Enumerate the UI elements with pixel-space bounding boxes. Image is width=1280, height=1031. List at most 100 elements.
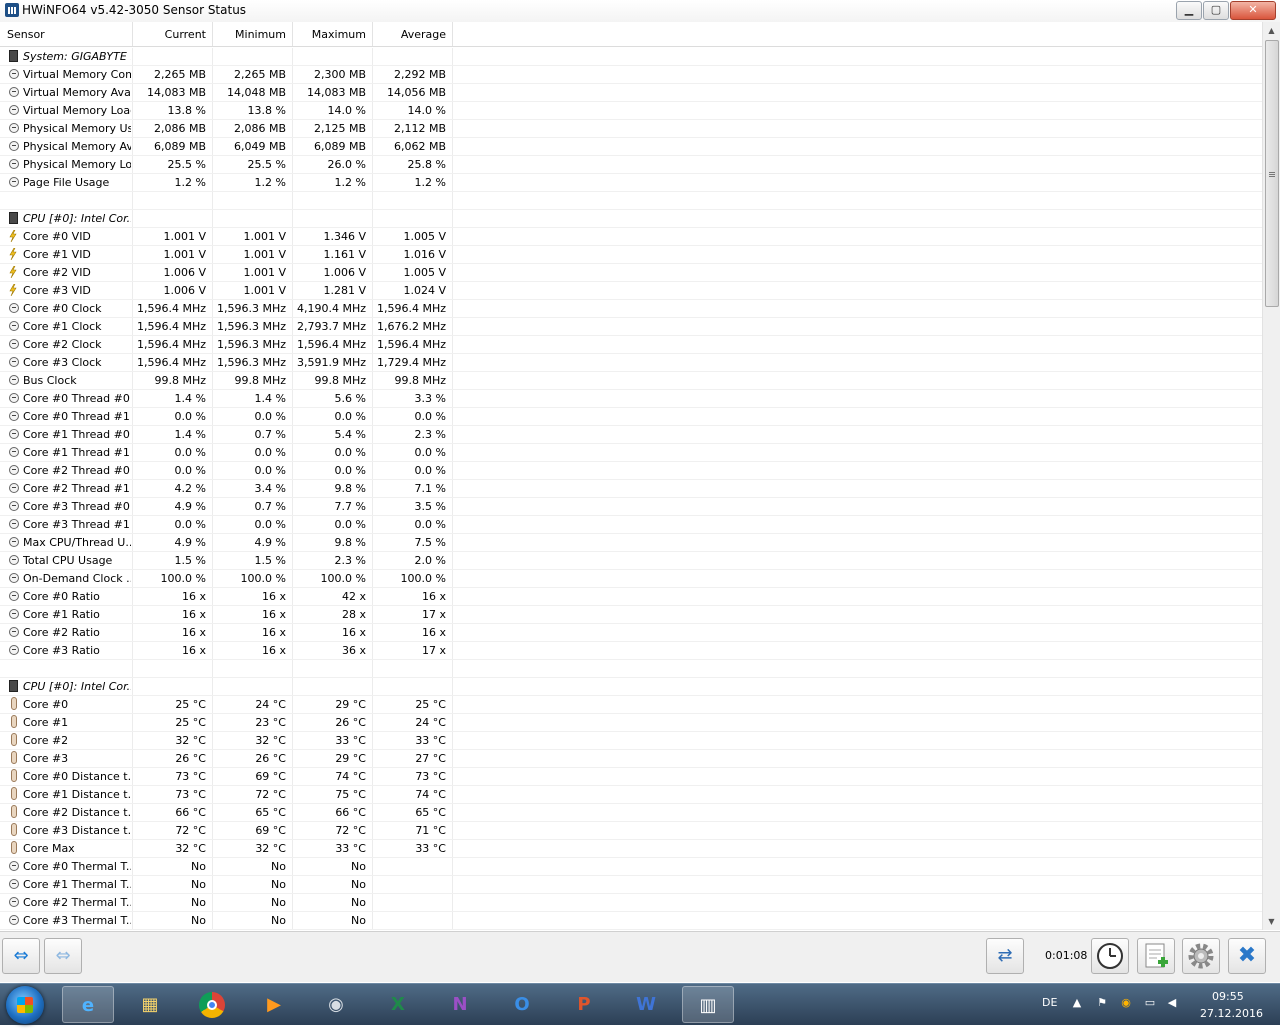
table-row[interactable]: Core #0 VID 1.001 V 1.001 V 1.346 V 1.005 V [0, 228, 1262, 246]
table-row[interactable]: Core #0 Thermal T... No No No [0, 858, 1262, 876]
table-row[interactable]: Core #1 Clock 1,596.4 MHz 1,596.3 MHz 2,793… [0, 318, 1262, 336]
action-center-flag-icon[interactable]: ⚑ [1096, 997, 1108, 1009]
add-report-button[interactable] [1137, 938, 1175, 974]
sensor-label: Core #1 Thread #0... [23, 428, 131, 441]
table-row[interactable]: Core #1 25 °C 23 °C 26 °C 24 °C [0, 714, 1262, 732]
table-row[interactable]: Virtual Memory Avai...14,083 MB14,048 MB… [0, 84, 1262, 102]
table-row[interactable]: Core #2 Clock 1,596.4 MHz 1,596.3 MHz 1,596… [0, 336, 1262, 354]
reset-clock-button[interactable] [1091, 938, 1129, 974]
word-icon[interactable]: W [620, 986, 672, 1023]
table-row[interactable]: Core #1 Ratio 16 x 16 x 28 x 17 x [0, 606, 1262, 624]
table-row[interactable]: Physical Memory Load25.5 %25.5 %26.0 %25… [0, 156, 1262, 174]
table-row[interactable]: Core #2 Thermal T... No No No [0, 894, 1262, 912]
table-row[interactable]: Core #3 26 °C 26 °C 29 °C 27 °C [0, 750, 1262, 768]
table-row[interactable]: Core #3 Distance t... 72 °C 69 °C 72 °C 71 °… [0, 822, 1262, 840]
table-row[interactable]: Core #3 Ratio 16 x 16 x 36 x 17 x [0, 642, 1262, 660]
chrome-icon[interactable] [186, 986, 238, 1023]
table-row[interactable]: Core Max 32 °C 32 °C 33 °C 33 °C [0, 840, 1262, 858]
table-row[interactable]: Total CPU Usage 1.5 % 1.5 % 2.3 % 2.0 % [0, 552, 1262, 570]
sensor-label: Core #0 [23, 698, 69, 711]
sensor-group-row[interactable]: System: GIGABYTE ... [0, 48, 1262, 66]
average-value: 3.3 % [373, 390, 453, 407]
table-row[interactable]: Core #1 Thread #1... 0.0 % 0.0 % 0.0 % 0.0 % [0, 444, 1262, 462]
outlook-icon[interactable]: O [496, 986, 548, 1023]
window-close-button[interactable]: ✕ [1230, 1, 1276, 20]
column-header-maximum[interactable]: Maximum [293, 22, 373, 46]
current-value: 32 °C [133, 840, 213, 857]
volume-icon[interactable]: ◀ [1166, 997, 1178, 1009]
file-explorer-icon[interactable]: ▦ [124, 986, 176, 1023]
table-row[interactable]: Max CPU/Thread U... 4.9 % 4.9 % 9.8 % 7.5 % [0, 534, 1262, 552]
powerpoint-icon[interactable]: P [558, 986, 610, 1023]
excel-icon[interactable]: X [372, 986, 424, 1023]
sensor-group-row[interactable]: CPU [#0]: Intel Cor... [0, 678, 1262, 696]
table-row[interactable]: Physical Memory Av... 6,089 MB 6,049 MB 6,0… [0, 138, 1262, 156]
scroll-thumb[interactable] [1265, 40, 1279, 307]
table-row[interactable]: Core #3 Thread #0... 4.9 % 0.7 % 7.7 % 3.5 % [0, 498, 1262, 516]
column-header-current[interactable]: Current [133, 22, 213, 46]
table-row[interactable]: Core #2 VID 1.006 V 1.001 V 1.006 V 1.005 V [0, 264, 1262, 282]
table-row[interactable]: Virtual Memory Load 13.8 % 13.8 % 14.0 % 14.… [0, 102, 1262, 120]
table-row[interactable]: Core #1 Thread #0... 1.4 % 0.7 % 5.4 % 2.3 % [0, 426, 1262, 444]
language-indicator[interactable]: DE [1042, 996, 1057, 1009]
maximize-button[interactable]: ▢ [1203, 1, 1229, 20]
table-row[interactable]: Core #1 Distance t... 73 °C 72 °C 75 °C 74 °… [0, 786, 1262, 804]
sensor-name-cell: Core #1 Clock [0, 318, 133, 335]
column-header-average[interactable]: Average [373, 22, 453, 46]
close-sensors-button[interactable]: ✖ [1228, 938, 1266, 974]
gauge-icon [9, 879, 19, 889]
nav-arrows-button[interactable]: ⇔ [2, 938, 40, 974]
show-hidden-icons-icon[interactable]: ▲ [1071, 997, 1083, 1009]
table-row[interactable]: Core #2 Thread #1... 4.2 % 3.4 % 9.8 % 7.1 % [0, 480, 1262, 498]
steam-icon[interactable]: ◉ [310, 986, 362, 1023]
table-row[interactable]: Bus Clock 99.8 MHz 99.8 MHz 99.8 MHz 99.8 MH… [0, 372, 1262, 390]
network-tray-icon[interactable]: ▭ [1144, 997, 1156, 1009]
sensor-name-cell: Virtual Memory Com... [0, 66, 133, 83]
scroll-down-arrow-icon[interactable]: ▼ [1263, 913, 1280, 930]
table-row[interactable]: Core #0 Thread #0... 1.4 % 1.4 % 5.6 % 3.3 % [0, 390, 1262, 408]
sensor-label: Core #3 VID [23, 284, 91, 297]
clock-time[interactable]: 09:55 [1212, 990, 1244, 1003]
table-row[interactable]: Core #2 32 °C 32 °C 33 °C 33 °C [0, 732, 1262, 750]
gauge-icon [9, 627, 19, 637]
table-row[interactable]: Core #3 Thread #1... 0.0 % 0.0 % 0.0 % 0.0 % [0, 516, 1262, 534]
table-row[interactable]: Core #3 VID 1.006 V 1.001 V 1.281 V 1.024 V [0, 282, 1262, 300]
table-row[interactable]: Core #3 Thermal T... No No No [0, 912, 1262, 930]
table-row[interactable]: Physical Memory Used2,086 MB2,086 MB2,12… [0, 120, 1262, 138]
internet-explorer-icon[interactable]: e [62, 986, 114, 1023]
hwinfo-icon[interactable]: ▥ [682, 986, 734, 1023]
tray-app-icon[interactable]: ◉ [1120, 997, 1132, 1009]
scroll-up-arrow-icon[interactable]: ▲ [1263, 22, 1280, 39]
table-row[interactable]: Core #2 Distance t... 66 °C 65 °C 66 °C 65 °… [0, 804, 1262, 822]
table-row[interactable]: Core #0 Ratio 16 x 16 x 42 x 16 x [0, 588, 1262, 606]
network-button[interactable]: ⇄ [986, 938, 1024, 974]
table-row[interactable]: Virtual Memory Com...2,265 MB2,265 MB2,3… [0, 66, 1262, 84]
table-row[interactable]: On-Demand Clock ... 100.0 % 100.0 % 100.0 %… [0, 570, 1262, 588]
gauge-icon [9, 159, 19, 169]
table-row[interactable]: Core #1 Thermal T... No No No [0, 876, 1262, 894]
maximum-value: 2,300 MB [293, 66, 373, 83]
table-row[interactable]: Core #3 Clock 1,596.4 MHz 1,596.3 MHz 3,591… [0, 354, 1262, 372]
maximum-value [293, 192, 373, 209]
table-row[interactable]: Core #2 Ratio 16 x 16 x 16 x 16 x [0, 624, 1262, 642]
table-row[interactable]: Core #0 Distance t... 73 °C 69 °C 74 °C 73 °… [0, 768, 1262, 786]
table-row[interactable]: Core #0 Clock 1,596.4 MHz 1,596.3 MHz 4,190… [0, 300, 1262, 318]
table-row[interactable]: Core #0 Thread #1... 0.0 % 0.0 % 0.0 % 0.0 % [0, 408, 1262, 426]
media-player-icon[interactable]: ▶ [248, 986, 300, 1023]
table-row[interactable]: Core #1 VID 1.001 V 1.001 V 1.161 V 1.016 V [0, 246, 1262, 264]
clock-date[interactable]: 27.12.2016 [1200, 1007, 1263, 1020]
nav-arrows-disabled-button[interactable]: ⇔ [44, 938, 82, 974]
sensor-label: Core #2 VID [23, 266, 91, 279]
maximum-value: 29 °C [293, 696, 373, 713]
vertical-scrollbar[interactable]: ▲ ▼ [1262, 22, 1280, 930]
minimize-button[interactable]: ▁ [1176, 1, 1202, 20]
table-row[interactable]: Core #2 Thread #0... 0.0 % 0.0 % 0.0 % 0.0 % [0, 462, 1262, 480]
table-row[interactable]: Page File Usage 1.2 % 1.2 % 1.2 % 1.2 % [0, 174, 1262, 192]
table-row[interactable]: Core #0 25 °C 24 °C 29 °C 25 °C [0, 696, 1262, 714]
column-header-minimum[interactable]: Minimum [213, 22, 293, 46]
sensor-group-row[interactable]: CPU [#0]: Intel Cor... [0, 210, 1262, 228]
column-header-sensor[interactable]: Sensor [0, 22, 133, 46]
settings-button[interactable] [1182, 938, 1220, 974]
start-button[interactable] [6, 986, 44, 1024]
onenote-icon[interactable]: N [434, 986, 486, 1023]
